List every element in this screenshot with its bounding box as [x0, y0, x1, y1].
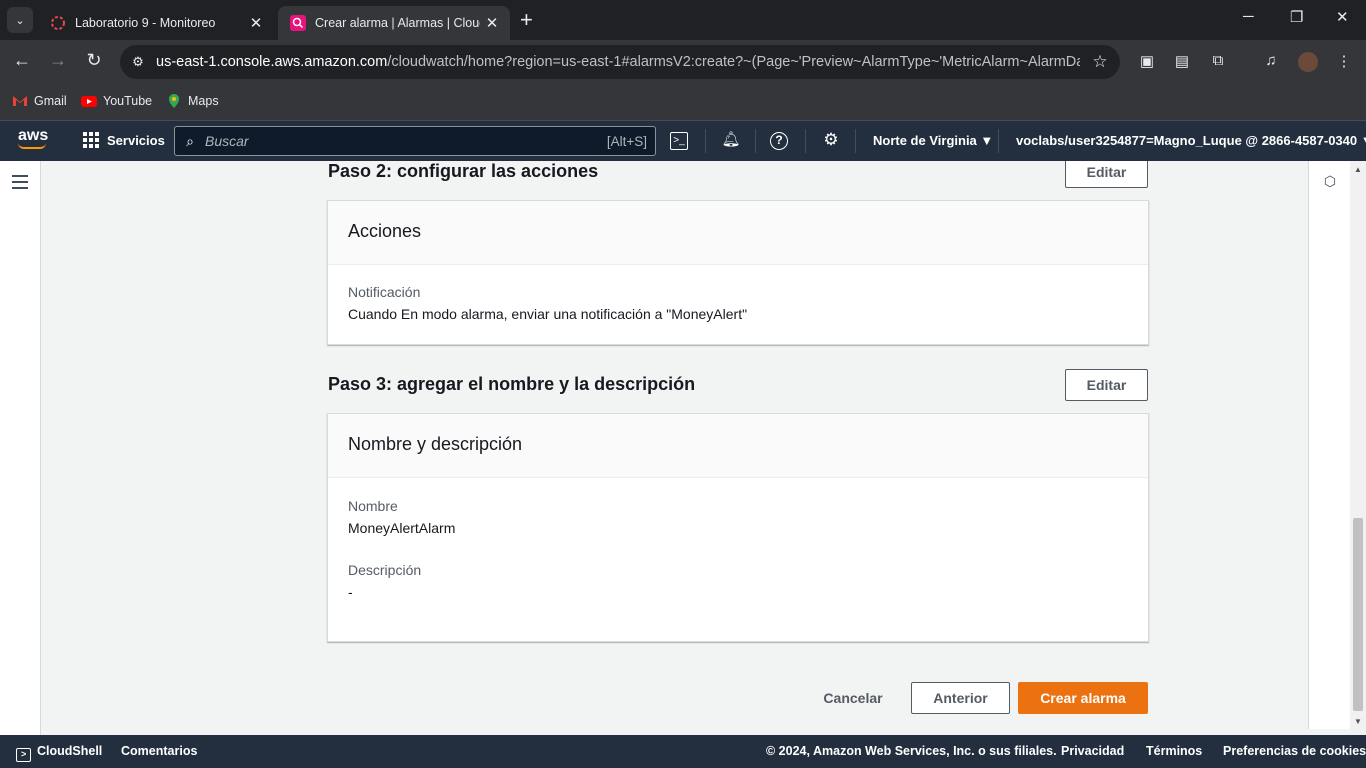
- tab-title: Crear alarma | Alarmas | CloudW: [315, 16, 480, 30]
- step2-edit-button[interactable]: Editar: [1065, 161, 1148, 188]
- step3-edit-button[interactable]: Editar: [1065, 369, 1148, 401]
- feedback-link[interactable]: Comentarios: [121, 744, 197, 758]
- tab-title: Laboratorio 9 - Monitoreo: [75, 16, 216, 30]
- main-content: Paso 2: configurar las acciones Editar A…: [41, 161, 1308, 735]
- gmail-icon: [13, 96, 27, 106]
- bookmark-star-icon[interactable]: ☆: [1080, 52, 1120, 72]
- new-tab-icon[interactable]: +: [520, 8, 533, 32]
- console-footer: > CloudShell Comentarios © 2024, Amazon W…: [0, 735, 1366, 768]
- page-scrollbar[interactable]: ▲ ▼: [1350, 161, 1366, 735]
- cloudshell-icon: >: [16, 748, 31, 762]
- media-icon[interactable]: ♫: [1261, 52, 1281, 72]
- aws-search-input[interactable]: ⌕ Buscar [Alt+S]: [174, 126, 656, 156]
- profile-avatar[interactable]: [1298, 52, 1318, 72]
- step3-heading: Paso 3: agregar el nombre y la descripci…: [328, 374, 696, 394]
- scroll-down-arrow-icon[interactable]: ▼: [1354, 717, 1362, 726]
- search-icon: ⌕: [186, 132, 194, 149]
- reload-icon[interactable]: ↻: [82, 50, 106, 71]
- cloudshell-footer-button[interactable]: > CloudShell: [16, 744, 102, 762]
- privacy-link[interactable]: Privacidad: [1061, 744, 1124, 758]
- name-value: MoneyAlertAlarm: [348, 520, 456, 536]
- notification-label: Notificación: [348, 284, 421, 300]
- browser-tab-bar: ⌄ Laboratorio 9 - Monitoreo ✕ Crear alar…: [0, 0, 1366, 40]
- url-text[interactable]: us-east-1.console.aws.amazon.com/cloudwa…: [156, 54, 1080, 70]
- document-icon[interactable]: ▤: [1172, 52, 1192, 72]
- cloudshell-icon[interactable]: >_: [670, 132, 688, 150]
- region-selector[interactable]: Norte de Virginia ▼: [873, 133, 993, 148]
- bookmarks-bar: Gmail YouTube Maps: [0, 85, 1366, 121]
- tab-crear-alarma[interactable]: Crear alarma | Alarmas | CloudW ✕: [278, 6, 510, 40]
- tools-rail: ⬡: [1308, 161, 1350, 729]
- notifications-bell-icon[interactable]: 🔔︎: [720, 130, 742, 152]
- copyright-text: © 2024, Amazon Web Services, Inc. o sus …: [766, 744, 1057, 758]
- cookie-preferences-link[interactable]: Preferencias de cookies: [1223, 744, 1366, 758]
- account-menu[interactable]: voclabs/user3254877=Magno_Luque @ 2866-4…: [1016, 133, 1366, 148]
- site-settings-icon[interactable]: ⚙: [120, 54, 156, 70]
- description-label: Descripción: [348, 562, 422, 578]
- create-alarm-button[interactable]: Crear alarma: [1018, 682, 1148, 714]
- scroll-up-arrow-icon[interactable]: ▲: [1354, 165, 1362, 174]
- name-description-panel-title: Nombre y descripción: [328, 414, 1148, 478]
- name-description-panel: Nombre y descripción Nombre MoneyAlertAl…: [327, 413, 1149, 642]
- tab-close-icon[interactable]: ✕: [480, 14, 504, 32]
- actions-panel: Acciones Notificación Cuando En modo ala…: [327, 200, 1149, 345]
- actions-panel-title: Acciones: [328, 201, 1148, 265]
- bookmark-gmail[interactable]: Gmail: [12, 93, 67, 109]
- side-nav-rail: [0, 161, 41, 735]
- window-close-icon[interactable]: ✕: [1336, 8, 1349, 26]
- name-label: Nombre: [348, 498, 398, 514]
- description-value: -: [348, 584, 353, 600]
- tab-laboratorio[interactable]: Laboratorio 9 - Monitoreo ✕: [38, 6, 274, 40]
- previous-button[interactable]: Anterior: [911, 682, 1010, 714]
- help-icon[interactable]: ?: [770, 132, 788, 150]
- tab-close-icon[interactable]: ✕: [244, 14, 268, 32]
- restore-icon[interactable]: ❐: [1290, 8, 1303, 26]
- hamburger-menu-icon[interactable]: [12, 175, 28, 193]
- bookmark-maps[interactable]: Maps: [166, 93, 219, 109]
- cancel-button[interactable]: Cancelar: [812, 682, 894, 714]
- terms-link[interactable]: Términos: [1146, 744, 1202, 758]
- maps-icon: [169, 94, 179, 108]
- youtube-icon: [81, 96, 97, 107]
- services-grid-icon: [83, 132, 99, 148]
- tab-search-button[interactable]: ⌄: [7, 7, 33, 33]
- back-icon[interactable]: ←: [10, 50, 34, 71]
- settings-gear-icon[interactable]: ⚙: [820, 130, 842, 152]
- aws-logo[interactable]: aws: [18, 128, 50, 149]
- cloudwatch-favicon-icon: [290, 15, 306, 31]
- notification-value: Cuando En modo alarma, enviar una notifi…: [348, 306, 748, 322]
- forward-icon[interactable]: →: [46, 50, 70, 71]
- step2-heading: Paso 2: configurar las acciones: [328, 161, 599, 181]
- info-panel-icon[interactable]: ⬡: [1322, 173, 1338, 189]
- extension-icon[interactable]: ▣: [1137, 52, 1157, 72]
- browser-toolbar: ← → ↻ ⚙ us-east-1.console.aws.amazon.com…: [0, 40, 1366, 85]
- scrollbar-thumb[interactable]: [1353, 518, 1363, 711]
- bookmark-youtube[interactable]: YouTube: [81, 93, 152, 109]
- services-menu-button[interactable]: Servicios: [83, 132, 165, 148]
- lab-favicon-icon: [51, 16, 65, 30]
- menu-icon[interactable]: ⋮: [1334, 52, 1354, 72]
- puzzle-icon[interactable]: ⧉: [1208, 52, 1228, 72]
- address-bar[interactable]: ⚙ us-east-1.console.aws.amazon.com/cloud…: [120, 45, 1120, 79]
- minimize-icon[interactable]: ─: [1243, 8, 1254, 25]
- aws-top-nav: aws Servicios ⌕ Buscar [Alt+S] >_ 🔔︎ ? ⚙…: [0, 121, 1366, 161]
